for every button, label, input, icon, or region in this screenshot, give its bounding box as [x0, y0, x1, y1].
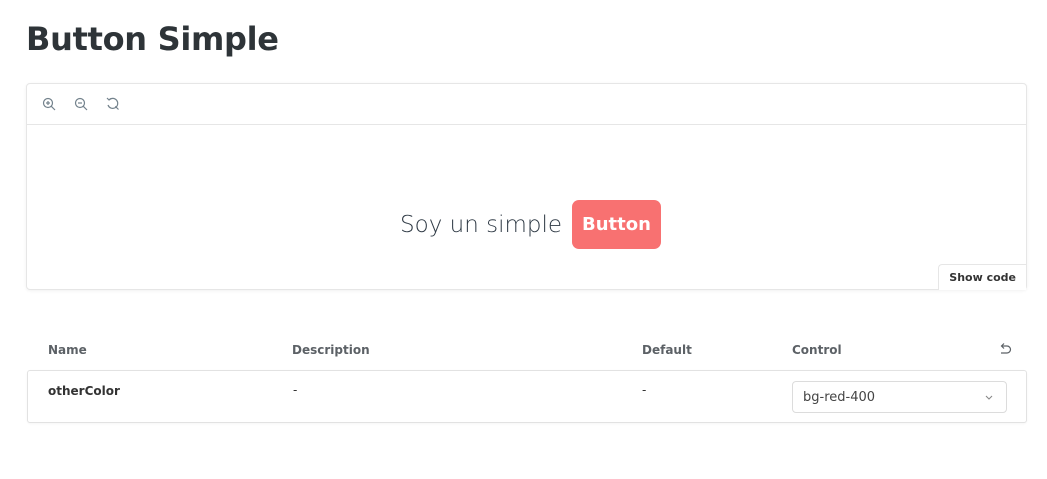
- header-default: Default: [642, 343, 692, 357]
- header-control: Control: [792, 343, 842, 357]
- undo-icon[interactable]: [997, 342, 1013, 358]
- arg-description: -: [293, 383, 298, 397]
- page-title: Button Simple: [26, 20, 279, 58]
- canvas-toolbar: [27, 84, 1026, 125]
- show-code-button[interactable]: Show code: [938, 264, 1026, 290]
- arg-name: otherColor: [48, 384, 120, 398]
- zoom-in-icon[interactable]: [39, 94, 59, 114]
- demo-button[interactable]: Button: [572, 200, 661, 249]
- args-table: Name Description Default Control otherCo…: [27, 330, 1027, 423]
- chevron-down-icon: [985, 395, 993, 400]
- header-name: Name: [48, 343, 87, 357]
- args-table-header: Name Description Default Control: [27, 330, 1027, 370]
- preview-text: Soy un simple: [400, 211, 563, 238]
- canvas-panel: Soy un simple Button Show code: [26, 83, 1027, 290]
- header-description: Description: [292, 343, 370, 357]
- zoom-out-icon[interactable]: [71, 94, 91, 114]
- arg-default: -: [642, 383, 647, 397]
- control-select[interactable]: bg-red-400: [792, 381, 1007, 413]
- control-select-value: bg-red-400: [803, 389, 876, 405]
- table-row: otherColor - - bg-red-400: [27, 370, 1027, 423]
- story-preview: Soy un simple Button Show code: [27, 125, 1026, 290]
- reset-zoom-icon[interactable]: [103, 94, 123, 114]
